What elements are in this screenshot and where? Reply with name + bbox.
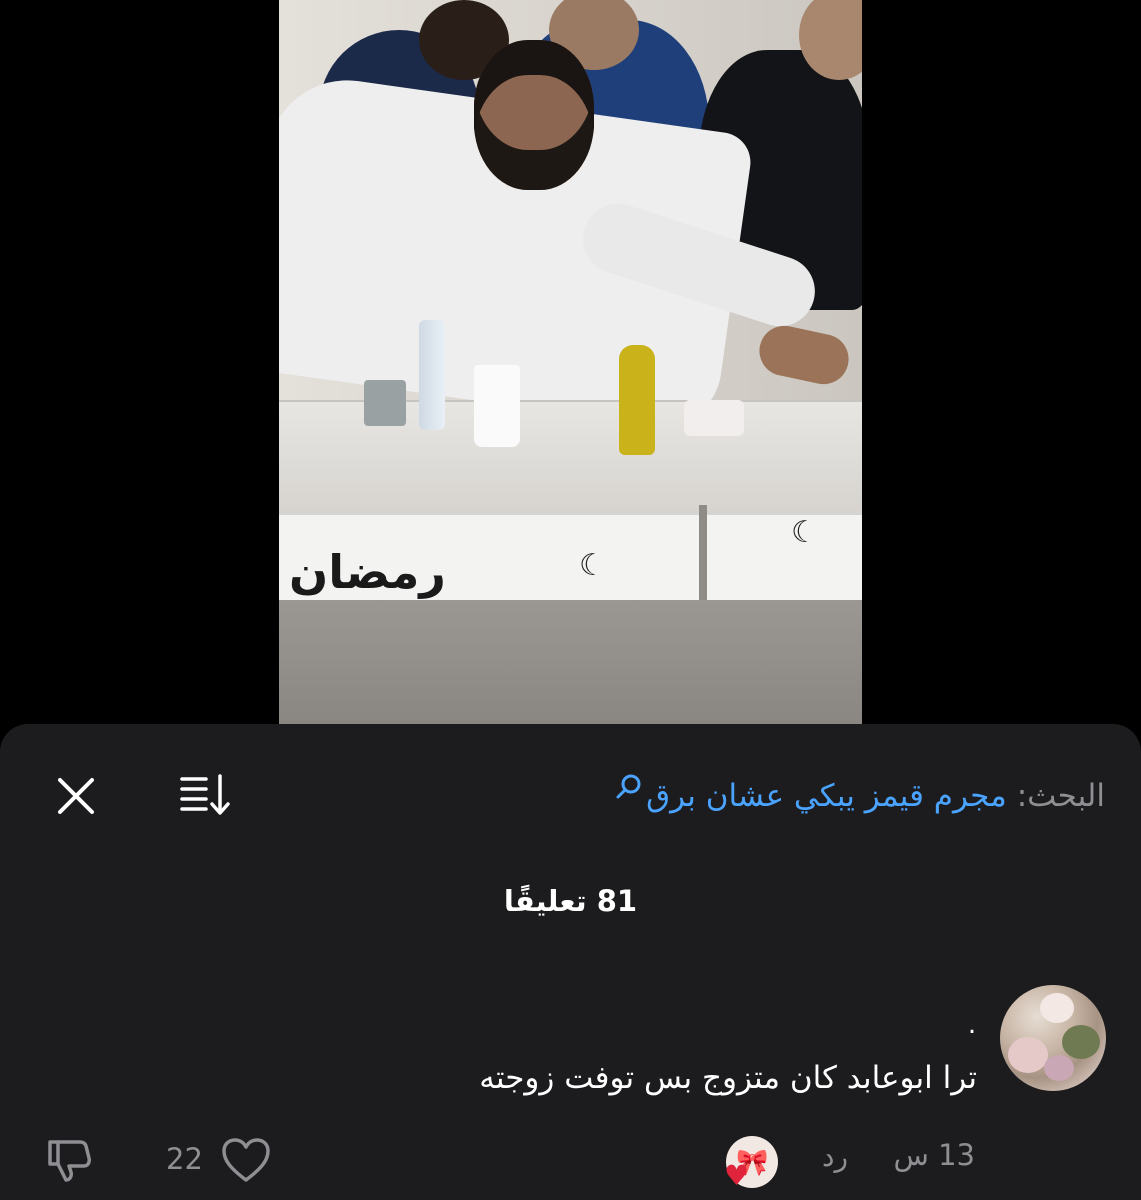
like-count: 22 [166, 1142, 203, 1176]
close-button[interactable] [52, 772, 100, 820]
comment-count: 81 تعليقًا [503, 884, 638, 918]
avatar-flower [1040, 993, 1074, 1023]
avatar-leaf [1062, 1025, 1100, 1059]
thumbs-down-icon [48, 1140, 91, 1182]
avatar[interactable] [1000, 985, 1106, 1091]
avatar-flower [1044, 1055, 1074, 1081]
video-mustard-bottle [619, 345, 655, 455]
video-ramadan-text: رمضان [289, 545, 446, 599]
sort-button[interactable] [176, 770, 234, 820]
video-frame[interactable]: رمضان ☾ ☾ [279, 0, 862, 724]
video-table-gap [699, 505, 707, 615]
video-container [684, 400, 744, 436]
dislike-button[interactable] [44, 1134, 96, 1186]
heart-outline-icon [222, 1138, 270, 1182]
like-button[interactable] [220, 1136, 272, 1186]
reply-button[interactable]: رد [822, 1140, 848, 1173]
search-query-link[interactable]: مجرم قيمز يبكي عشان برق [646, 778, 1007, 814]
creator-liked-badge: 🎀 ♥ [724, 1136, 778, 1192]
video-player[interactable]: رمضان ☾ ☾ [0, 0, 1141, 724]
heart-icon: ♥ [724, 1159, 750, 1192]
crescent-icon: ☾ [579, 548, 606, 583]
video-glass [364, 380, 406, 426]
video-person-head [474, 40, 594, 190]
sort-icon [180, 774, 230, 815]
video-water-bottle [419, 320, 445, 430]
avatar-flower [1008, 1037, 1048, 1073]
search-prefix-label: البحث: [1016, 778, 1105, 814]
video-floor [279, 600, 862, 724]
comment-timestamp: 13 س [893, 1138, 975, 1172]
video-paper-cup [474, 365, 520, 447]
search-icon [616, 774, 641, 799]
search-query-row[interactable]: البحث: مجرم قيمز يبكي عشان برق [614, 768, 1105, 824]
close-icon [58, 778, 94, 814]
crescent-icon: ☾ [791, 515, 818, 550]
comment-username[interactable]: . [962, 1010, 982, 1040]
comment-text: ترا ابوعابد كان متزوج بس توفت زوجته [479, 1060, 977, 1096]
